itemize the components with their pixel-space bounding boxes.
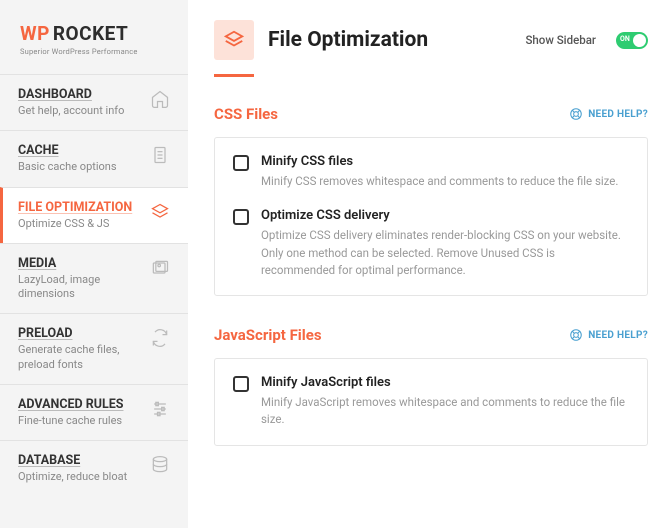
section-title: CSS Files (214, 105, 278, 123)
logo: WPROCKET Superior WordPress Performance (0, 0, 188, 74)
option-optimize-css-delivery: Optimize CSS delivery Optimize CSS deliv… (233, 208, 629, 279)
nav-title: DATABASE (18, 453, 150, 468)
sidebar-item-file-optimization[interactable]: FILE OPTIMIZATION Optimize CSS & JS (0, 187, 188, 243)
logo-tagline: Superior WordPress Performance (20, 47, 168, 56)
nav-title: ADVANCED RULES (18, 397, 150, 412)
toggle-on-label: ON (620, 35, 630, 43)
option-desc: Minify JavaScript removes whitespace and… (261, 394, 629, 429)
database-icon (150, 455, 170, 475)
file-icon (150, 145, 170, 165)
page-header: File Optimization Show Sidebar ON (214, 20, 648, 60)
option-title: Optimize CSS delivery (261, 208, 629, 223)
option-desc: Minify CSS removes whitespace and commen… (261, 173, 629, 190)
sidebar: WPROCKET Superior WordPress Performance … (0, 0, 188, 528)
show-sidebar-label: Show Sidebar (525, 33, 596, 47)
help-label: NEED HELP? (588, 330, 648, 341)
sidebar-item-database[interactable]: DATABASE Optimize, reduce bloat (0, 440, 188, 496)
logo-rocket: ROCKET (53, 22, 128, 45)
nav-sub: Optimize CSS & JS (18, 217, 150, 231)
logo-wp: WP (20, 22, 50, 45)
option-title: Minify CSS files (261, 154, 629, 169)
lifebuoy-icon (569, 107, 583, 121)
nav-title: FILE OPTIMIZATION (18, 200, 150, 215)
optimize-css-checkbox[interactable] (233, 209, 249, 225)
option-desc: Optimize CSS delivery eliminates render-… (261, 227, 629, 279)
nav-title: MEDIA (18, 256, 150, 271)
home-icon (150, 89, 170, 109)
option-title: Minify JavaScript files (261, 375, 629, 390)
images-icon (150, 258, 170, 278)
section-head-css: CSS Files NEED HELP? (214, 105, 648, 123)
sidebar-item-advanced-rules[interactable]: ADVANCED RULES Fine-tune cache rules (0, 384, 188, 440)
sliders-icon (150, 399, 170, 419)
option-minify-js: Minify JavaScript files Minify JavaScrip… (233, 375, 629, 429)
nav-title: DASHBOARD (18, 87, 150, 102)
nav-sub: Basic cache options (18, 160, 150, 174)
sidebar-item-cache[interactable]: CACHE Basic cache options (0, 130, 188, 186)
css-options-box: Minify CSS files Minify CSS removes whit… (214, 137, 648, 296)
nav-title: PRELOAD (18, 326, 150, 341)
need-help-link[interactable]: NEED HELP? (569, 328, 648, 342)
nav-sub: Optimize, reduce bloat (18, 470, 150, 484)
minify-css-checkbox[interactable] (233, 155, 249, 171)
header-rule (214, 74, 254, 77)
nav-sub: Get help, account info (18, 104, 150, 118)
sync-icon (150, 328, 170, 348)
sidebar-item-preload[interactable]: PRELOAD Generate cache files, preload fo… (0, 313, 188, 384)
option-minify-css: Minify CSS files Minify CSS removes whit… (233, 154, 629, 190)
main-content: File Optimization Show Sidebar ON CSS Fi… (188, 0, 662, 528)
layers-icon (150, 202, 170, 222)
nav-sub: Fine-tune cache rules (18, 414, 150, 428)
sidebar-item-dashboard[interactable]: DASHBOARD Get help, account info (0, 74, 188, 130)
sidebar-item-media[interactable]: MEDIA LazyLoad, image dimensions (0, 243, 188, 314)
layers-icon (214, 20, 254, 60)
page-title: File Optimization (268, 28, 511, 52)
section-head-js: JavaScript Files NEED HELP? (214, 326, 648, 344)
lifebuoy-icon (569, 328, 583, 342)
minify-js-checkbox[interactable] (233, 376, 249, 392)
nav-sub: LazyLoad, image dimensions (18, 273, 150, 302)
show-sidebar-toggle[interactable]: ON (616, 32, 648, 49)
help-label: NEED HELP? (588, 109, 648, 120)
js-options-box: Minify JavaScript files Minify JavaScrip… (214, 358, 648, 446)
nav-title: CACHE (18, 143, 150, 158)
section-title: JavaScript Files (214, 326, 322, 344)
need-help-link[interactable]: NEED HELP? (569, 107, 648, 121)
nav-sub: Generate cache files, preload fonts (18, 343, 150, 372)
